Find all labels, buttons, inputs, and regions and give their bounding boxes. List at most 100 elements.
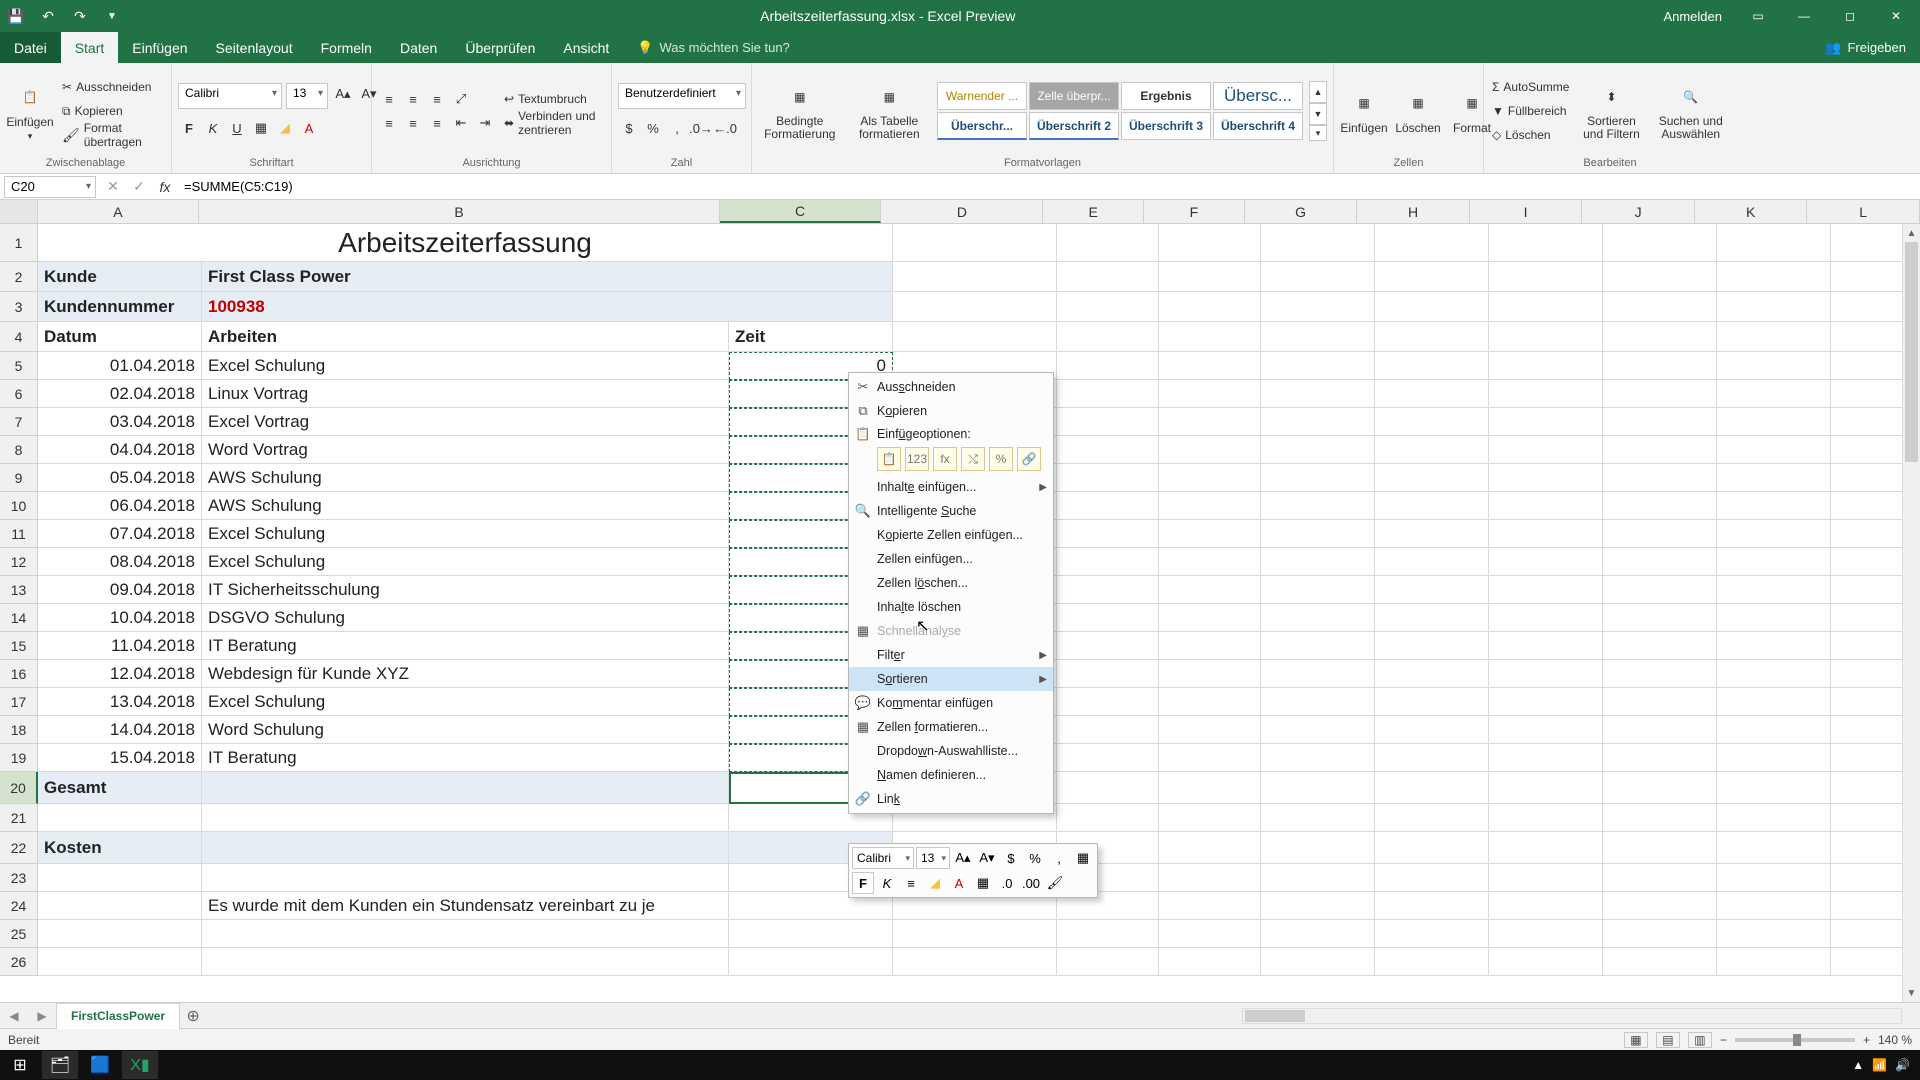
cell[interactable] — [1489, 864, 1603, 892]
style-result[interactable]: Ergebnis — [1121, 82, 1211, 110]
cell-datum[interactable]: 12.04.2018 — [38, 660, 202, 688]
cell[interactable] — [1603, 576, 1717, 604]
cell[interactable] — [1261, 520, 1375, 548]
col-header-f[interactable]: F — [1144, 200, 1245, 223]
mini-font-size[interactable]: 13 — [916, 847, 950, 869]
col-header-a[interactable]: A — [38, 200, 200, 223]
paste-values-icon[interactable]: 123 — [905, 447, 929, 471]
cell[interactable] — [1159, 604, 1261, 632]
row-header[interactable]: 16 — [0, 660, 38, 688]
cell[interactable] — [1159, 408, 1261, 436]
cell[interactable] — [1375, 408, 1489, 436]
cell[interactable] — [1489, 920, 1603, 948]
row-header[interactable]: 26 — [0, 948, 38, 976]
tab-layout[interactable]: Seitenlayout — [202, 32, 307, 63]
cell[interactable] — [1603, 548, 1717, 576]
tab-formulas[interactable]: Formeln — [307, 32, 386, 63]
mini-increase-decimal-icon[interactable]: .0 — [996, 872, 1018, 894]
cell[interactable] — [1489, 262, 1603, 292]
cell[interactable] — [1603, 380, 1717, 408]
cell[interactable] — [1717, 832, 1831, 864]
wrap-text-button[interactable]: ↩Textumbruch — [502, 88, 605, 110]
col-header-d[interactable]: D — [881, 200, 1043, 223]
value-kundennummer[interactable]: 100938 — [202, 292, 893, 322]
cell[interactable] — [1261, 804, 1375, 832]
style-heading1[interactable]: Überschr... — [937, 112, 1027, 140]
cell[interactable] — [1603, 436, 1717, 464]
zoom-thumb[interactable] — [1793, 1034, 1801, 1046]
cell[interactable] — [1603, 224, 1717, 262]
sign-in-button[interactable]: Anmelden — [1651, 9, 1734, 24]
ctx-smart-lookup[interactable]: 🔍Intelligente Suche — [849, 499, 1053, 523]
cell[interactable] — [1375, 832, 1489, 864]
cancel-formula-icon[interactable]: ✕ — [100, 176, 126, 198]
cell[interactable] — [1057, 492, 1159, 520]
underline-button[interactable]: U — [226, 117, 248, 139]
cell[interactable] — [1159, 576, 1261, 604]
cell-datum[interactable]: 13.04.2018 — [38, 688, 202, 716]
cell[interactable] — [1159, 920, 1261, 948]
mini-format-painter-icon[interactable]: 🖌 — [1044, 872, 1066, 894]
cell[interactable] — [1489, 436, 1603, 464]
mini-increase-font-icon[interactable]: A▴ — [952, 847, 974, 869]
minimize-button[interactable]: — — [1782, 0, 1826, 32]
cell[interactable] — [1717, 292, 1831, 322]
mini-decrease-decimal-icon[interactable]: .00 — [1020, 872, 1042, 894]
cell[interactable] — [1159, 224, 1261, 262]
row-header[interactable]: 1 — [0, 224, 38, 262]
cell[interactable] — [1261, 224, 1375, 262]
cell[interactable] — [1489, 224, 1603, 262]
tab-review[interactable]: Überprüfen — [451, 32, 549, 63]
format-as-table-button[interactable]: ▦Als Tabelle formatieren — [848, 73, 931, 149]
tray-up-icon[interactable]: ▲ — [1852, 1058, 1864, 1072]
row-header[interactable]: 22 — [0, 832, 38, 864]
cell[interactable] — [1261, 948, 1375, 976]
cell[interactable] — [1261, 604, 1375, 632]
paste-transpose-icon[interactable]: ⤭ — [961, 447, 985, 471]
scroll-thumb[interactable] — [1905, 242, 1918, 462]
cell[interactable] — [38, 948, 202, 976]
clear-button[interactable]: ◇Löschen — [1490, 124, 1571, 146]
style-warning[interactable]: Warnender ... — [937, 82, 1027, 110]
number-format-select[interactable]: Benutzerdefiniert — [618, 83, 746, 109]
mini-bold-button[interactable]: F — [852, 872, 874, 894]
cell[interactable] — [1603, 948, 1717, 976]
cell[interactable] — [1057, 716, 1159, 744]
fx-icon[interactable]: fx — [152, 176, 178, 198]
cell[interactable] — [1489, 716, 1603, 744]
cell[interactable] — [1603, 920, 1717, 948]
row-header[interactable]: 11 — [0, 520, 38, 548]
tab-data[interactable]: Daten — [386, 32, 451, 63]
cell-arbeiten[interactable]: IT Sicherheitsschulung — [202, 576, 729, 604]
cell[interactable] — [1717, 436, 1831, 464]
cell[interactable] — [1159, 688, 1261, 716]
cell[interactable] — [1717, 464, 1831, 492]
cell[interactable] — [1057, 744, 1159, 772]
cell-arbeiten[interactable]: Excel Schulung — [202, 548, 729, 576]
fill-button[interactable]: ▼Füllbereich — [1490, 100, 1571, 122]
title-cell[interactable]: Arbeitszeiterfassung — [38, 224, 893, 262]
increase-font-icon[interactable]: A▴ — [332, 83, 354, 105]
label-kundennummer[interactable]: Kundennummer — [38, 292, 202, 322]
cell[interactable] — [1489, 380, 1603, 408]
row-header[interactable]: 7 — [0, 408, 38, 436]
align-center-icon[interactable]: ≡ — [402, 112, 424, 134]
cell[interactable] — [1159, 492, 1261, 520]
cell[interactable] — [1717, 892, 1831, 920]
col-header-j[interactable]: J — [1582, 200, 1695, 223]
cell[interactable] — [1603, 744, 1717, 772]
cell-arbeiten[interactable]: AWS Schulung — [202, 464, 729, 492]
header-zeit[interactable]: Zeit — [729, 322, 893, 352]
cell-arbeiten[interactable]: DSGVO Schulung — [202, 604, 729, 632]
cell[interactable] — [1261, 632, 1375, 660]
find-select-button[interactable]: 🔍Suchen und Auswählen — [1652, 73, 1731, 149]
cell[interactable] — [893, 322, 1057, 352]
cell[interactable] — [1159, 436, 1261, 464]
header-arbeiten[interactable]: Arbeiten — [202, 322, 729, 352]
mini-fill-color-icon[interactable]: ◢ — [924, 872, 946, 894]
increase-decimal-icon[interactable]: .0→ — [690, 117, 712, 139]
cell[interactable] — [1159, 744, 1261, 772]
sheet-nav-prev-icon[interactable]: ◀ — [0, 1009, 28, 1023]
cell[interactable] — [1159, 464, 1261, 492]
cell[interactable] — [1603, 660, 1717, 688]
